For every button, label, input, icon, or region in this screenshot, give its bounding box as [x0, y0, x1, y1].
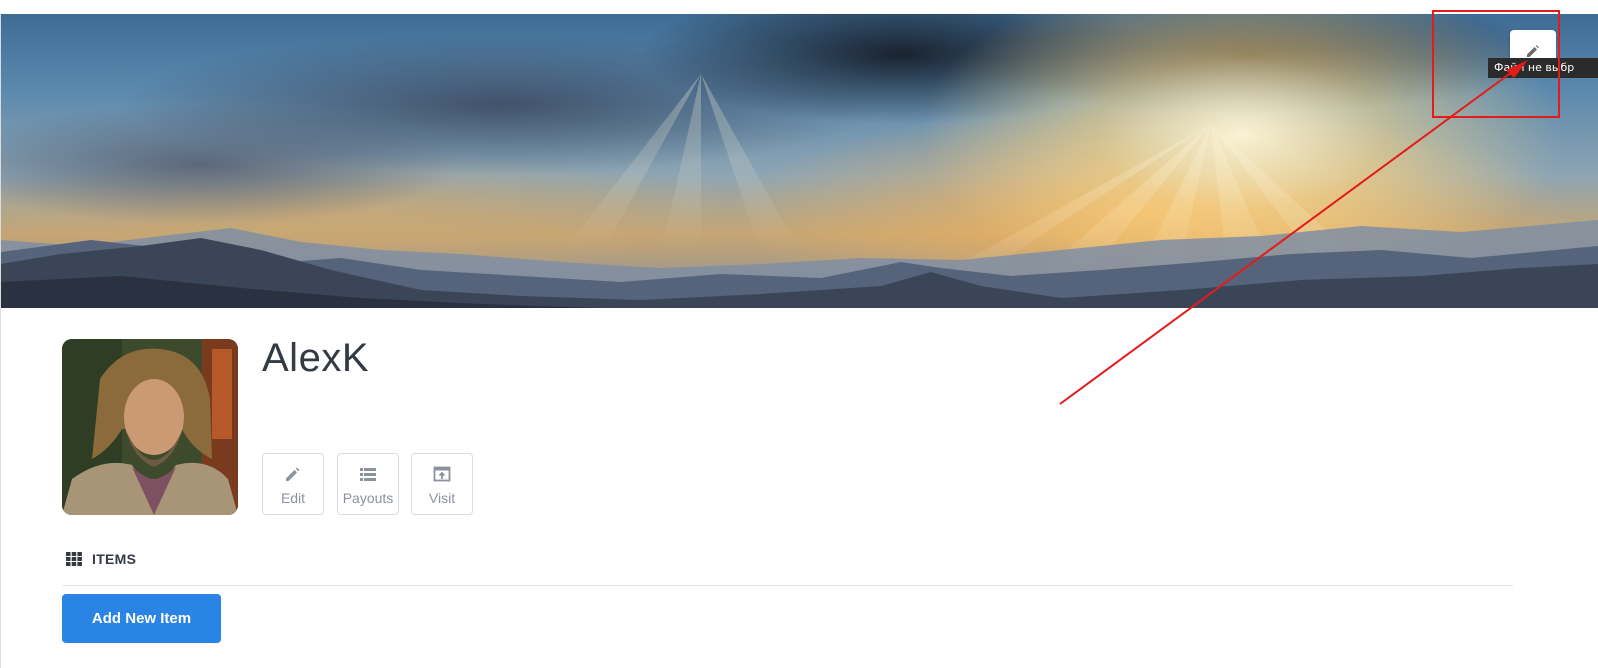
visit-button-label: Visit: [428, 490, 456, 506]
visit-button[interactable]: Visit: [411, 453, 473, 515]
annotation-highlight-box: [1432, 10, 1560, 118]
payouts-button[interactable]: Payouts: [337, 453, 399, 515]
edit-button-label: Edit: [280, 490, 306, 506]
pencil-icon: [286, 467, 300, 481]
edit-button[interactable]: Edit: [262, 453, 324, 515]
external-link-icon: [433, 466, 451, 482]
section-divider: [62, 585, 1513, 586]
add-new-item-button[interactable]: Add New Item: [62, 594, 221, 643]
grid-icon: [66, 552, 82, 566]
page-title: AlexK: [262, 336, 369, 380]
top-strip: [0, 0, 1598, 14]
items-section-header: ITEMS: [66, 549, 136, 569]
payouts-button-label: Payouts: [342, 490, 394, 506]
items-section-title: ITEMS: [92, 551, 137, 567]
cover-image: [1, 14, 1598, 308]
cover-landscape: [1, 74, 1598, 308]
list-icon: [360, 468, 376, 481]
avatar[interactable]: [62, 339, 238, 515]
profile-photo: [62, 339, 238, 515]
